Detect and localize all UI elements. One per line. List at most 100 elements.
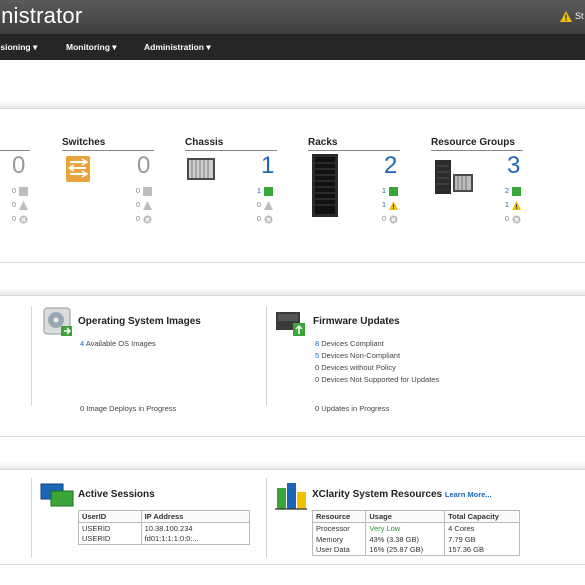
title-underline xyxy=(431,150,523,151)
table-cell: 4 Cores xyxy=(444,522,520,534)
learn-more-link[interactable]: Learn More... xyxy=(445,490,492,499)
title-underline xyxy=(308,150,400,151)
cut-off-count[interactable]: 0 xyxy=(12,152,25,180)
image-deploys-status: 0 Image Deploys in Progress xyxy=(80,404,177,413)
column-header: UserID xyxy=(78,510,142,523)
warning-icon xyxy=(19,201,28,210)
table-cell: 7.79 GB xyxy=(444,533,520,545)
user-menu-truncated[interactable]: St xyxy=(575,11,584,21)
main-nav: isioning ▾ Monitoring ▾ Administration ▾ xyxy=(0,34,585,60)
title-underline xyxy=(185,150,277,151)
activity-section-header[interactable] xyxy=(0,462,585,470)
warning-icon[interactable] xyxy=(560,11,572,22)
status-critical-row[interactable]: 0 xyxy=(245,214,273,224)
table-cell: Processor xyxy=(316,523,350,533)
column-divider xyxy=(266,478,267,558)
switches-title[interactable]: Switches xyxy=(62,137,105,150)
switch-icon xyxy=(66,156,90,182)
table-cell: fd01:1:1:1:0:0:... xyxy=(140,533,250,545)
divider xyxy=(0,262,585,263)
status-ok-row[interactable]: 0 xyxy=(0,186,28,196)
status-critical-row[interactable]: 0 xyxy=(370,214,398,224)
table-cell: USERID xyxy=(82,534,111,544)
table-row: Memory 43% (3.38 GB) 7.79 GB xyxy=(313,533,520,545)
status-critical-row[interactable]: 0 xyxy=(0,214,28,224)
table-row: USERID 10.38.100.234 xyxy=(79,522,250,534)
title-underline xyxy=(0,150,30,151)
status-ok-row[interactable]: 0 xyxy=(124,186,152,196)
table-cell: Memory xyxy=(316,534,344,544)
title-underline xyxy=(62,150,154,151)
critical-icon xyxy=(512,215,521,224)
divider xyxy=(0,564,585,565)
chassis-count[interactable]: 1 xyxy=(261,152,274,180)
status-critical-row[interactable]: 0 xyxy=(493,214,521,224)
ok-status-icon xyxy=(512,187,521,196)
status-warning-row[interactable]: 0 xyxy=(245,200,273,210)
switches-count[interactable]: 0 xyxy=(137,152,150,180)
os-images-icon xyxy=(43,307,72,336)
racks-count[interactable]: 2 xyxy=(384,152,397,180)
title-bar: inistrator St xyxy=(0,0,585,34)
nav-provisioning[interactable]: isioning ▾ xyxy=(0,42,37,53)
table-cell: Very Low xyxy=(365,522,445,534)
app-title: inistrator xyxy=(0,3,83,28)
chassis-title[interactable]: Chassis xyxy=(185,137,223,150)
critical-icon xyxy=(389,215,398,224)
system-resources-icon xyxy=(275,483,307,510)
column-divider xyxy=(31,478,32,558)
ok-status-icon xyxy=(19,187,28,196)
os-images-title[interactable]: Operating System Images xyxy=(78,316,201,327)
ok-status-icon xyxy=(264,187,273,196)
active-sessions-table: UserID IP Address USERID 10.38.100.234 U… xyxy=(78,510,250,545)
warning-icon xyxy=(264,201,273,210)
divider xyxy=(0,436,585,437)
hardware-section-header[interactable] xyxy=(0,101,585,109)
devices-not-supported: 0 Devices Not Supported for Updates xyxy=(315,375,440,384)
critical-icon xyxy=(19,215,28,224)
column-header: IP Address xyxy=(140,510,250,523)
active-sessions-icon xyxy=(40,483,74,507)
table-row: USERID fd01:1:1:1:0:0:... xyxy=(79,533,250,545)
status-critical-row[interactable]: 0 xyxy=(124,214,152,224)
table-row: Processor Very Low 4 Cores xyxy=(313,522,520,534)
chassis-icon xyxy=(187,158,215,180)
status-warning-row[interactable]: 1 xyxy=(370,200,398,210)
racks-title[interactable]: Racks xyxy=(308,137,337,150)
table-cell: 157.36 GB xyxy=(444,544,520,556)
resource-groups-count[interactable]: 3 xyxy=(507,152,520,180)
column-header: Usage xyxy=(365,510,445,523)
system-resources-title[interactable]: XClarity System Resources Learn More... xyxy=(312,489,492,500)
status-warning-row[interactable]: 0 xyxy=(0,200,28,210)
rack-icon xyxy=(312,154,338,217)
critical-icon xyxy=(264,215,273,224)
ok-status-icon xyxy=(389,187,398,196)
available-os-images[interactable]: 4 Available OS Images xyxy=(80,339,156,348)
provisioning-section-header[interactable] xyxy=(0,288,585,296)
status-warning-row[interactable]: 0 xyxy=(124,200,152,210)
active-sessions-title[interactable]: Active Sessions xyxy=(78,489,155,500)
status-warning-row[interactable]: 1 xyxy=(493,200,521,210)
nav-monitoring[interactable]: Monitoring ▾ xyxy=(66,42,117,53)
firmware-updates-title[interactable]: Firmware Updates xyxy=(313,316,400,327)
status-ok-row[interactable]: 2 xyxy=(493,186,521,196)
column-divider xyxy=(31,306,32,406)
status-ok-row[interactable]: 1 xyxy=(245,186,273,196)
devices-without-policy: 0 Devices without Policy xyxy=(315,363,396,372)
table-cell: USERID xyxy=(82,523,111,533)
column-divider xyxy=(266,306,267,406)
warning-icon xyxy=(512,201,521,210)
table-row: User Data 16% (25.87 GB) 157.36 GB xyxy=(313,544,520,556)
critical-icon xyxy=(143,215,152,224)
devices-compliant[interactable]: 8 Devices Compliant xyxy=(315,339,384,348)
resource-groups-title[interactable]: Resource Groups xyxy=(431,137,515,150)
table-cell: 10.38.100.234 xyxy=(140,522,250,534)
warning-icon xyxy=(143,201,152,210)
column-header: Resource xyxy=(312,510,366,523)
table-cell: User Data xyxy=(316,545,350,555)
nav-administration[interactable]: Administration ▾ xyxy=(144,42,211,53)
status-ok-row[interactable]: 1 xyxy=(370,186,398,196)
table-cell: 43% (3.38 GB) xyxy=(365,533,445,545)
firmware-updates-icon xyxy=(276,312,305,336)
devices-non-compliant[interactable]: 5 Devices Non-Compliant xyxy=(315,351,400,360)
